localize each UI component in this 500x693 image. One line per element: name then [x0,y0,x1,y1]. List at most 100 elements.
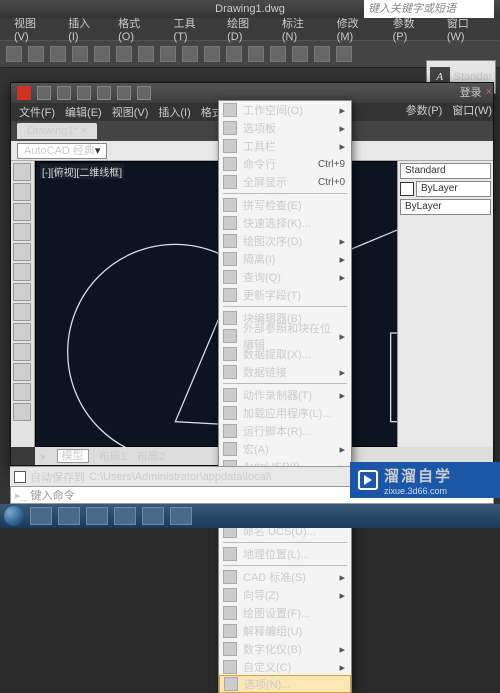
toolbar-icon[interactable] [138,46,154,62]
menu-item[interactable]: 工作空间(O)▸ [219,101,351,119]
menu-item[interactable]: 数据链接▸ [219,363,351,381]
menu-item[interactable]: 宏(A)▸ [219,440,351,458]
tool-point-icon[interactable] [13,363,31,381]
qat-print-icon[interactable] [137,86,151,100]
signin-link[interactable]: 登录 [460,84,482,100]
fg-menu-view[interactable]: 视图(V) [112,104,149,120]
qat-redo-icon[interactable] [117,86,131,100]
bg-menu-tools[interactable]: 工具(T) [174,15,210,43]
fg-menu-window[interactable]: 窗口(W) [452,102,492,118]
toolbar-icon[interactable] [160,46,176,62]
tool-dim-icon[interactable] [13,323,31,341]
tool-ellipse-icon[interactable] [13,263,31,281]
toolbar-icon[interactable] [336,46,352,62]
qat-undo-icon[interactable] [97,86,111,100]
tool-circle-icon[interactable] [13,203,31,221]
layer-color-combo[interactable]: ByLayer [416,181,491,197]
toolbar-icon[interactable] [72,46,88,62]
taskbar-app-icon[interactable] [114,507,136,525]
menu-item[interactable]: 运行脚本(R)... [219,422,351,440]
taskbar-app-icon[interactable] [170,507,192,525]
tool-block-icon[interactable] [13,343,31,361]
menu-item[interactable]: 自定义(C)▸ [219,658,351,676]
layout-tab-layout1[interactable]: 布局1 [99,448,127,464]
autosave-checkbox[interactable] [14,471,26,483]
bg-menu-parametric[interactable]: 参数(P) [393,15,429,43]
toolbar-icon[interactable] [50,46,66,62]
tool-text-icon[interactable] [13,303,31,321]
menu-item[interactable]: CAD 标准(S)▸ [219,568,351,586]
bg-menu-window[interactable]: 窗口(W) [447,15,486,43]
layout-tab-model[interactable]: 模型 [57,449,89,463]
qat-open-icon[interactable] [57,86,71,100]
menu-item[interactable]: 绘图次序(D)▸ [219,232,351,250]
tool-polyline-icon[interactable] [13,183,31,201]
menu-item[interactable]: 数据提取(X)... [219,345,351,363]
document-tab[interactable]: Drawing1* × [17,123,97,139]
bg-menu-insert[interactable]: 插入(I) [68,15,100,43]
taskbar-browser-icon[interactable] [58,507,80,525]
fg-menu-insert[interactable]: 插入(I) [158,104,190,120]
toolbar-icon[interactable] [182,46,198,62]
toolbar-icon[interactable] [248,46,264,62]
toolbar-icon[interactable] [226,46,242,62]
menu-item[interactable]: 外部参照和块在位编辑▸ [219,327,351,345]
color-swatch-icon[interactable] [400,182,414,196]
toolbar-icon[interactable] [28,46,44,62]
menu-item[interactable]: 快速选择(K)... [219,214,351,232]
fg-menu-parametric[interactable]: 参数(P) [406,102,443,118]
menu-item[interactable]: 动作录制器(T)▸ [219,386,351,404]
menu-item[interactable]: 选项(N)... [219,675,351,693]
bg-menu-draw[interactable]: 绘图(D) [227,15,264,43]
fg-menu-file[interactable]: 文件(F) [19,104,55,120]
start-button-icon[interactable] [4,506,24,526]
tool-arc-icon[interactable] [13,223,31,241]
menu-item[interactable]: 地理位置(L)... [219,545,351,563]
menu-item[interactable]: 解释编组(U) [219,622,351,640]
toolbar-icon[interactable] [6,46,22,62]
menu-item[interactable]: 更新字段(T) [219,286,351,304]
qat-save-icon[interactable] [77,86,91,100]
bg-menu-view[interactable]: 视图(V) [14,15,50,43]
window-close-icon[interactable]: × [486,86,492,98]
linetype-combo[interactable]: ByLayer [400,199,491,215]
bg-menu-dimension[interactable]: 标注(N) [282,15,319,43]
tool-rect-icon[interactable] [13,243,31,261]
menu-item[interactable]: 加载应用程序(L)... [219,404,351,422]
menu-item[interactable]: 工具栏▸ [219,137,351,155]
toolbar-icon[interactable] [204,46,220,62]
menu-item[interactable]: 隔离(I)▸ [219,250,351,268]
menu-item[interactable]: 全屏显示Ctrl+0 [219,173,351,191]
tool-line-icon[interactable] [13,163,31,181]
menu-item[interactable]: 数字化仪(B)▸ [219,640,351,658]
fg-menu-edit[interactable]: 编辑(E) [65,104,102,120]
taskbar-explorer-icon[interactable] [30,507,52,525]
app-logo-icon[interactable] [17,86,31,100]
toolbar-icon[interactable] [270,46,286,62]
toolbar-icon[interactable] [116,46,132,62]
toolbar-icon[interactable] [314,46,330,62]
taskbar-app-icon[interactable] [142,507,164,525]
bg-menu-modify[interactable]: 修改(M) [337,15,375,43]
qat-new-icon[interactable] [37,86,51,100]
toolbar-icon[interactable] [292,46,308,62]
bg-search-input[interactable]: 键入关键字或短语 [364,0,494,18]
menu-item[interactable]: 命令行Ctrl+9 [219,155,351,173]
taskbar-app-icon[interactable] [86,507,108,525]
menu-item[interactable]: 选项板▸ [219,119,351,137]
tool-table-icon[interactable] [13,403,31,421]
bg-menu-format[interactable]: 格式(O) [118,15,155,43]
tool-region-icon[interactable] [13,383,31,401]
tool-hatch-icon[interactable] [13,283,31,301]
menu-item[interactable]: 绘图设置(F)... [219,604,351,622]
layout-tab-layout2[interactable]: 布局2 [137,448,165,464]
style-combo[interactable]: Standard [400,163,491,179]
menu-item[interactable]: 拼写检查(E) [219,196,351,214]
toolbar-icon[interactable] [94,46,110,62]
menu-item[interactable]: 向导(Z)▸ [219,586,351,604]
tab-close-icon[interactable]: × [81,125,87,137]
layout-nav-icon[interactable]: ▸ [41,450,47,463]
workspace-combo[interactable]: AutoCAD 经典 ▾ [17,143,107,159]
menu-item[interactable]: 查询(Q)▸ [219,268,351,286]
menu-item-icon [223,198,237,212]
